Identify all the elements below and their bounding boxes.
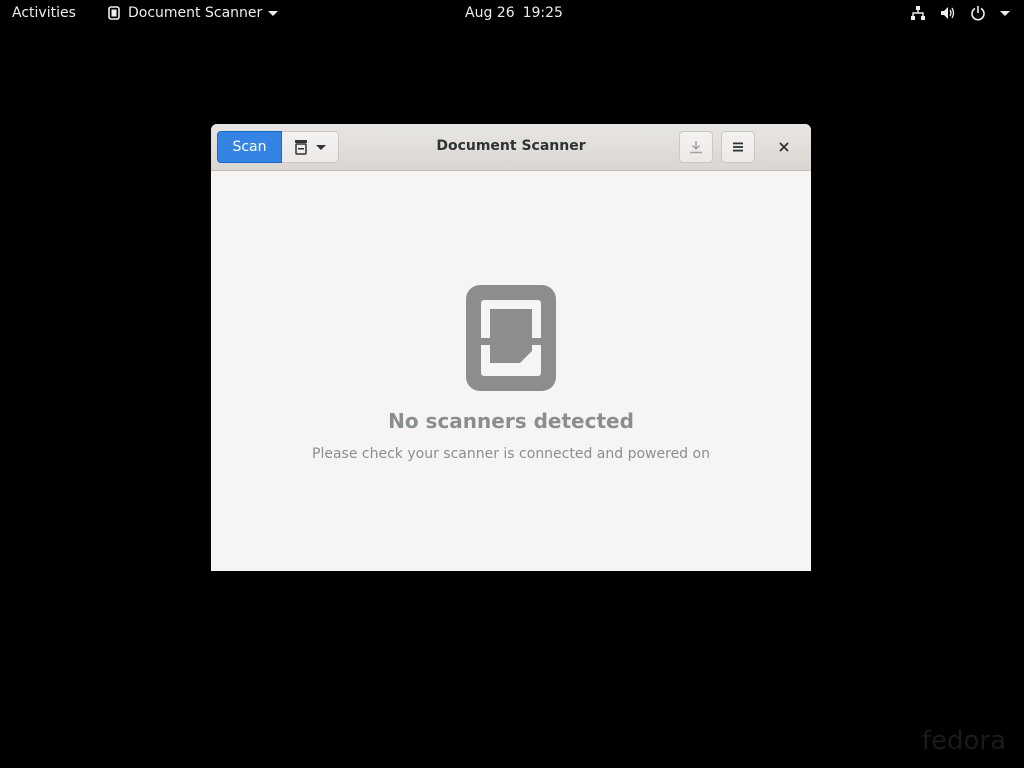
app-menu-label: Document Scanner xyxy=(128,5,263,21)
top-bar: Activities Document Scanner Aug 26 19:25 xyxy=(0,0,1024,27)
fedora-watermark: fedora xyxy=(921,726,1006,756)
document-scanner-window: Scan Document Scanner No scanners detect… xyxy=(211,124,811,571)
header-bar: Scan Document Scanner xyxy=(211,124,811,171)
network-icon xyxy=(911,6,925,20)
chevron-down-icon xyxy=(1000,10,1010,16)
hamburger-menu-icon xyxy=(733,142,743,152)
status-page: No scanners detected Please check your s… xyxy=(211,171,811,571)
clock-time: 19:25 xyxy=(522,5,563,21)
download-icon xyxy=(690,141,702,154)
status-description: Please check your scanner is connected a… xyxy=(312,446,710,462)
status-title: No scanners detected xyxy=(388,409,634,433)
system-status-area[interactable] xyxy=(910,5,1010,21)
app-menu[interactable]: Document Scanner xyxy=(108,5,279,21)
clock-date: Aug 26 xyxy=(465,5,515,21)
activities-button[interactable]: Activities xyxy=(12,5,76,21)
close-icon xyxy=(779,142,789,152)
power-icon xyxy=(971,6,985,21)
close-button[interactable] xyxy=(771,134,797,160)
chevron-down-icon xyxy=(268,10,279,16)
document-scanner-app-icon xyxy=(108,6,120,20)
save-button[interactable] xyxy=(679,131,713,163)
main-menu-button[interactable] xyxy=(721,131,755,163)
volume-icon xyxy=(941,7,955,19)
scanner-document-icon xyxy=(466,285,556,391)
clock[interactable]: Aug 26 19:25 xyxy=(465,5,563,21)
